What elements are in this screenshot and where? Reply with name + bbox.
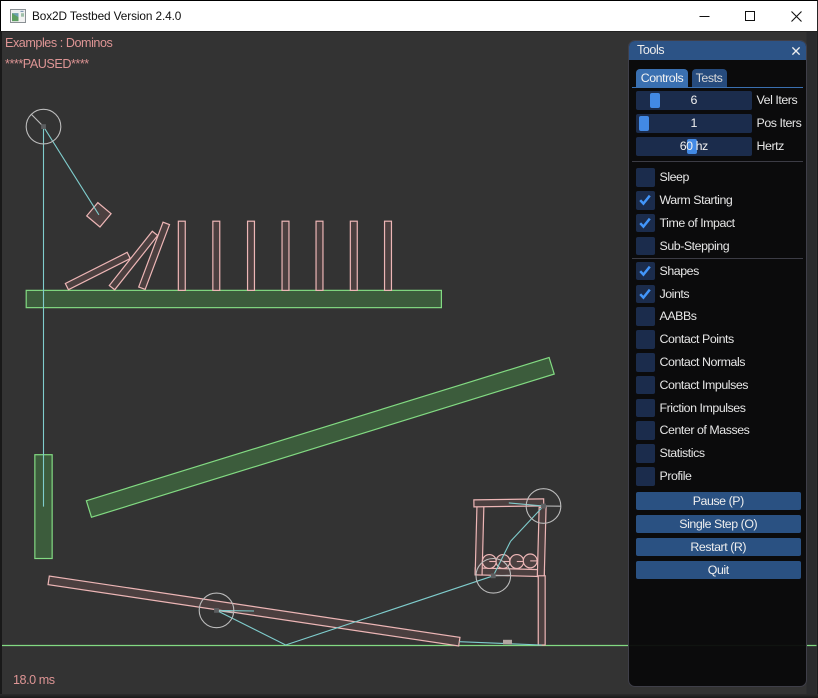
tab-underline bbox=[632, 87, 803, 88]
rest-length-marker bbox=[503, 640, 512, 645]
right-gutter bbox=[807, 31, 817, 698]
checkbox-box[interactable] bbox=[636, 307, 655, 326]
slider-label: Hertz bbox=[757, 137, 784, 156]
maximize-button[interactable] bbox=[727, 1, 773, 32]
checkbox-label: Joints bbox=[660, 285, 690, 304]
checkbox-box[interactable] bbox=[636, 191, 655, 210]
checkbox-friction-impulses[interactable]: Friction Impulses bbox=[636, 399, 800, 418]
checkbox-profile[interactable]: Profile bbox=[636, 467, 800, 486]
paused-status-label: ****PAUSED**** bbox=[5, 57, 89, 71]
checkbox-label: Contact Normals bbox=[660, 353, 746, 372]
separator bbox=[632, 161, 803, 162]
quit-button[interactable]: Quit bbox=[636, 561, 801, 580]
checkbox-joints[interactable]: Joints bbox=[636, 285, 800, 304]
checkbox-box[interactable] bbox=[636, 421, 655, 440]
checkbox-shapes[interactable]: Shapes bbox=[636, 262, 800, 281]
checkbox-aabbs[interactable]: AABBs bbox=[636, 307, 800, 326]
checkbox-label: Time of Impact bbox=[660, 214, 735, 233]
close-button[interactable] bbox=[773, 1, 818, 32]
joint-anchor-point-2 bbox=[214, 608, 219, 613]
tools-panel-titlebar[interactable]: Tools bbox=[629, 41, 806, 60]
slider-vel-iters[interactable]: 6 Vel Iters bbox=[636, 91, 800, 110]
tools-close-icon[interactable] bbox=[791, 46, 801, 56]
joint-anchor-point-3 bbox=[491, 573, 496, 578]
checkbox-label: Sub-Stepping bbox=[660, 237, 730, 256]
example-name-label: Examples : Dominos bbox=[5, 36, 112, 50]
checkbox-sleep[interactable]: Sleep bbox=[636, 168, 800, 187]
tab-tests[interactable]: Tests bbox=[692, 69, 727, 87]
slider-label: Vel Iters bbox=[757, 91, 798, 110]
joint-anchor-point-1 bbox=[41, 124, 46, 129]
checkbox-statistics[interactable]: Statistics bbox=[636, 444, 800, 463]
checkbox-box[interactable] bbox=[636, 444, 655, 463]
slider-value: 1 bbox=[636, 114, 752, 133]
checkbox-contact-points[interactable]: Contact Points bbox=[636, 330, 800, 349]
slider-hertz[interactable]: 60 hz Hertz bbox=[636, 137, 800, 156]
domino-8 bbox=[316, 221, 323, 290]
checkbox-box[interactable] bbox=[636, 168, 655, 187]
checkbox-sub-stepping[interactable]: Sub-Stepping bbox=[636, 237, 800, 256]
domino-9 bbox=[350, 221, 357, 290]
domino-10 bbox=[385, 221, 392, 290]
checkbox-box[interactable] bbox=[636, 399, 655, 418]
domino-5 bbox=[213, 221, 220, 290]
separator bbox=[632, 258, 803, 259]
checkbox-label: Friction Impulses bbox=[660, 399, 746, 418]
window-edge-top bbox=[0, 31, 818, 32]
checkbox-label: Shapes bbox=[660, 262, 699, 281]
domino-6 bbox=[248, 221, 255, 290]
slider-label: Pos Iters bbox=[757, 114, 802, 133]
tab-controls[interactable]: Controls bbox=[636, 69, 688, 87]
app-icon bbox=[10, 9, 26, 23]
checkbox-box[interactable] bbox=[636, 376, 655, 395]
checkbox-box[interactable] bbox=[636, 285, 655, 304]
joint-anchor-point-4 bbox=[541, 504, 546, 509]
checkbox-label: Contact Impulses bbox=[660, 376, 749, 395]
frame-time-label: 18.0 ms bbox=[13, 673, 55, 687]
checkbox-label: Center of Masses bbox=[660, 421, 750, 440]
checkbox-box[interactable] bbox=[636, 353, 655, 372]
window-edge-bottom bbox=[0, 694, 818, 698]
domino-7 bbox=[282, 221, 289, 290]
application-window: Examples : Dominos ****PAUSED**** 18.0 m… bbox=[0, 0, 818, 698]
restart-r-button[interactable]: Restart (R) bbox=[636, 538, 801, 557]
checkbox-box[interactable] bbox=[636, 467, 655, 486]
ground-bar bbox=[538, 576, 545, 645]
checkbox-time-of-impact[interactable]: Time of Impact bbox=[636, 214, 800, 233]
checkbox-label: Profile bbox=[660, 467, 692, 486]
checkbox-warm-starting[interactable]: Warm Starting bbox=[636, 191, 800, 210]
checkbox-label: Warm Starting bbox=[660, 191, 733, 210]
pause-p-button[interactable]: Pause (P) bbox=[636, 492, 801, 511]
single-step-o-button[interactable]: Single Step (O) bbox=[636, 515, 801, 534]
checkbox-contact-normals[interactable]: Contact Normals bbox=[636, 353, 800, 372]
domino-shelf bbox=[26, 290, 441, 307]
checkbox-box[interactable] bbox=[636, 262, 655, 281]
checkbox-box[interactable] bbox=[636, 214, 655, 233]
slider-value: 60 hz bbox=[636, 137, 752, 156]
tools-panel: Tools Controls Tests 6 Vel Iters 1 Pos I… bbox=[628, 40, 807, 687]
checkbox-label: Sleep bbox=[660, 168, 689, 187]
slider-pos-iters[interactable]: 1 Pos Iters bbox=[636, 114, 800, 133]
domino-4 bbox=[178, 221, 185, 290]
checkbox-label: Statistics bbox=[660, 444, 705, 463]
minimize-button[interactable] bbox=[681, 1, 727, 32]
checkbox-contact-impulses[interactable]: Contact Impulses bbox=[636, 376, 800, 395]
tools-panel-title: Tools bbox=[637, 43, 664, 57]
checkbox-label: Contact Points bbox=[660, 330, 734, 349]
joint-angle-indicator-3 bbox=[493, 575, 510, 576]
cradle-rwall bbox=[537, 507, 546, 576]
window-titlebar[interactable]: Box2D Testbed Version 2.4.0 bbox=[0, 0, 818, 31]
checkbox-label: AABBs bbox=[660, 307, 697, 326]
window-title: Box2D Testbed Version 2.4.0 bbox=[32, 1, 181, 32]
checkbox-center-of-masses[interactable]: Center of Masses bbox=[636, 421, 800, 440]
checkbox-box[interactable] bbox=[636, 237, 655, 256]
slider-value: 6 bbox=[636, 91, 752, 110]
window-edge-left bbox=[0, 31, 2, 698]
checkbox-box[interactable] bbox=[636, 330, 655, 349]
